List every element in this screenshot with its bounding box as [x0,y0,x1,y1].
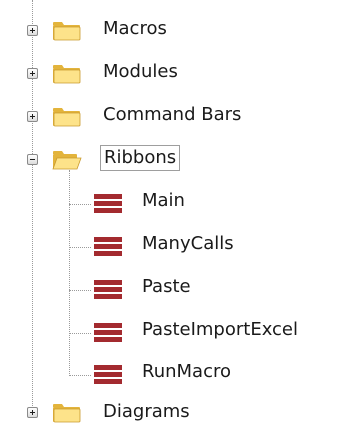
tree-node-label[interactable]: PasteImportExcel [140,318,300,342]
ribbon-icon [94,194,122,214]
tree-node-label[interactable]: Main [140,189,187,213]
expand-icon[interactable] [27,111,38,122]
tree-branch-ribbons-paste [69,290,91,291]
tree-node-label[interactable]: Diagrams [101,400,192,424]
folder-icon [53,108,81,127]
tree-ribbons-line [69,170,70,374]
tree-branch-ribbons-manycalls [69,247,91,248]
ribbon-icon [94,280,122,300]
tree-branch-ribbons-main [69,204,91,205]
ribbon-icon [94,323,122,343]
tree-node-label[interactable]: Modules [101,60,180,84]
tree-node-label[interactable]: Command Bars [101,103,243,127]
folder-icon [53,404,81,423]
tree-node-label[interactable]: RunMacro [140,360,233,384]
tree-node-label[interactable]: Paste [140,275,193,299]
tree-node-label[interactable]: ManyCalls [140,232,236,256]
expand-icon[interactable] [27,68,38,79]
ribbon-icon [94,365,122,385]
tree-root-line [32,0,33,412]
expand-icon[interactable] [27,407,38,418]
tree-branch-ribbons-pasteimportexcel [69,333,91,334]
open-folder-icon [52,151,82,170]
folder-icon [53,22,81,41]
tree-node-label-selected[interactable]: Ribbons [100,145,181,171]
tree-node-label[interactable]: Macros [101,17,169,41]
folder-icon [53,65,81,84]
collapse-icon[interactable] [27,154,38,165]
expand-icon[interactable] [27,25,38,36]
tree-branch-ribbons-runmacro [69,375,91,376]
ribbon-icon [94,237,122,257]
